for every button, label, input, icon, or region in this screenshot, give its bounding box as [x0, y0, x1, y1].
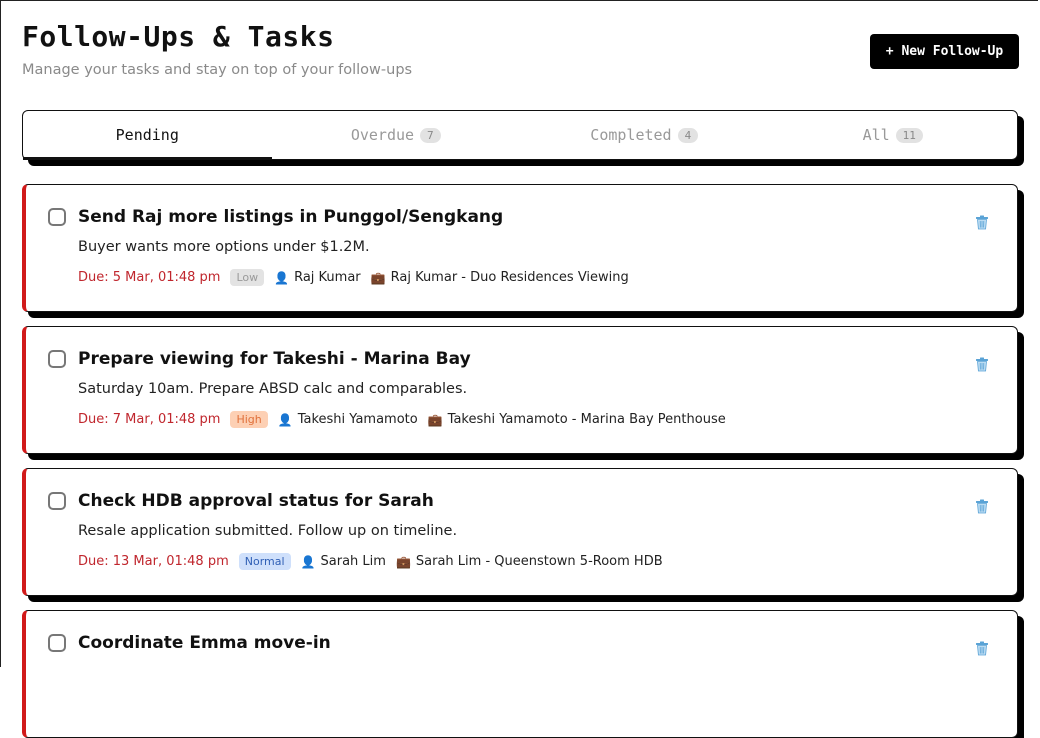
person-icon: 👤	[274, 271, 289, 285]
task-card: Coordinate Emma move-in	[22, 610, 1018, 738]
task-card: Send Raj more listings in Punggol/Sengka…	[22, 184, 1018, 312]
task-meta: Due: 13 Mar, 01:48 pm Normal 👤 Sarah Lim…	[78, 553, 663, 570]
person-icon: 👤	[301, 555, 316, 569]
tab-count-badge: 7	[420, 128, 441, 143]
person-icon: 👤	[278, 413, 293, 427]
briefcase-icon: 💼	[428, 413, 443, 427]
task-title: Send Raj more listings in Punggol/Sengka…	[78, 207, 503, 227]
task-description: Resale application submitted. Follow up …	[78, 523, 457, 539]
task-description: Saturday 10am. Prepare ABSD calc and com…	[78, 381, 467, 397]
contact-name: Sarah Lim	[321, 554, 386, 569]
tab-label: Overdue	[351, 126, 414, 144]
complete-checkbox[interactable]	[48, 634, 66, 652]
briefcase-icon: 💼	[371, 271, 386, 285]
tab-count-badge: 11	[896, 128, 923, 143]
trash-icon[interactable]	[975, 215, 989, 230]
tab-all[interactable]: All 11	[769, 111, 1018, 159]
trash-icon[interactable]	[975, 499, 989, 514]
tab-completed[interactable]: Completed 4	[520, 111, 769, 159]
due-date: Due: 5 Mar, 01:48 pm	[78, 270, 220, 285]
contact-link[interactable]: 👤 Takeshi Yamamoto	[278, 412, 418, 427]
tab-pending[interactable]: Pending	[23, 111, 272, 159]
contact-name: Takeshi Yamamoto	[298, 412, 418, 427]
contact-link[interactable]: 👤 Raj Kumar	[274, 270, 361, 285]
tab-label: All	[863, 126, 890, 144]
complete-checkbox[interactable]	[48, 492, 66, 510]
deal-link[interactable]: 💼 Takeshi Yamamoto - Marina Bay Penthous…	[428, 412, 726, 427]
task-card: Prepare viewing for Takeshi - Marina Bay…	[22, 326, 1018, 454]
tab-overdue[interactable]: Overdue 7	[272, 111, 521, 159]
briefcase-icon: 💼	[396, 555, 411, 569]
deal-name: Sarah Lim - Queenstown 5-Room HDB	[416, 554, 663, 569]
trash-icon[interactable]	[975, 357, 989, 372]
contact-link[interactable]: 👤 Sarah Lim	[301, 554, 386, 569]
task-meta: Due: 5 Mar, 01:48 pm Low 👤 Raj Kumar 💼 R…	[78, 269, 629, 286]
page-subtitle: Manage your tasks and stay on top of you…	[22, 62, 412, 78]
page-title: Follow-Ups & Tasks	[22, 20, 334, 53]
priority-badge: Normal	[239, 553, 291, 570]
complete-checkbox[interactable]	[48, 208, 66, 226]
priority-badge: Low	[230, 269, 264, 286]
task-card: Check HDB approval status for Sarah Resa…	[22, 468, 1018, 596]
deal-name: Takeshi Yamamoto - Marina Bay Penthouse	[448, 412, 726, 427]
task-meta: Due: 7 Mar, 01:48 pm High 👤 Takeshi Yama…	[78, 411, 726, 428]
new-follow-up-button[interactable]: + New Follow-Up	[870, 34, 1019, 69]
deal-link[interactable]: 💼 Sarah Lim - Queenstown 5-Room HDB	[396, 554, 663, 569]
task-description: Buyer wants more options under $1.2M.	[78, 239, 370, 255]
tab-label: Pending	[116, 126, 179, 144]
tab-label: Completed	[590, 126, 671, 144]
due-date: Due: 7 Mar, 01:48 pm	[78, 412, 220, 427]
complete-checkbox[interactable]	[48, 350, 66, 368]
task-title: Prepare viewing for Takeshi - Marina Bay	[78, 349, 471, 369]
task-title: Coordinate Emma move-in	[78, 633, 331, 653]
deal-name: Raj Kumar - Duo Residences Viewing	[391, 270, 629, 285]
tab-count-badge: 4	[678, 128, 699, 143]
task-title: Check HDB approval status for Sarah	[78, 491, 434, 511]
deal-link[interactable]: 💼 Raj Kumar - Duo Residences Viewing	[371, 270, 629, 285]
trash-icon[interactable]	[975, 641, 989, 656]
status-tabs: Pending Overdue 7 Completed 4 All 11	[22, 110, 1018, 160]
due-date: Due: 13 Mar, 01:48 pm	[78, 554, 229, 569]
priority-badge: High	[230, 411, 267, 428]
contact-name: Raj Kumar	[294, 270, 361, 285]
